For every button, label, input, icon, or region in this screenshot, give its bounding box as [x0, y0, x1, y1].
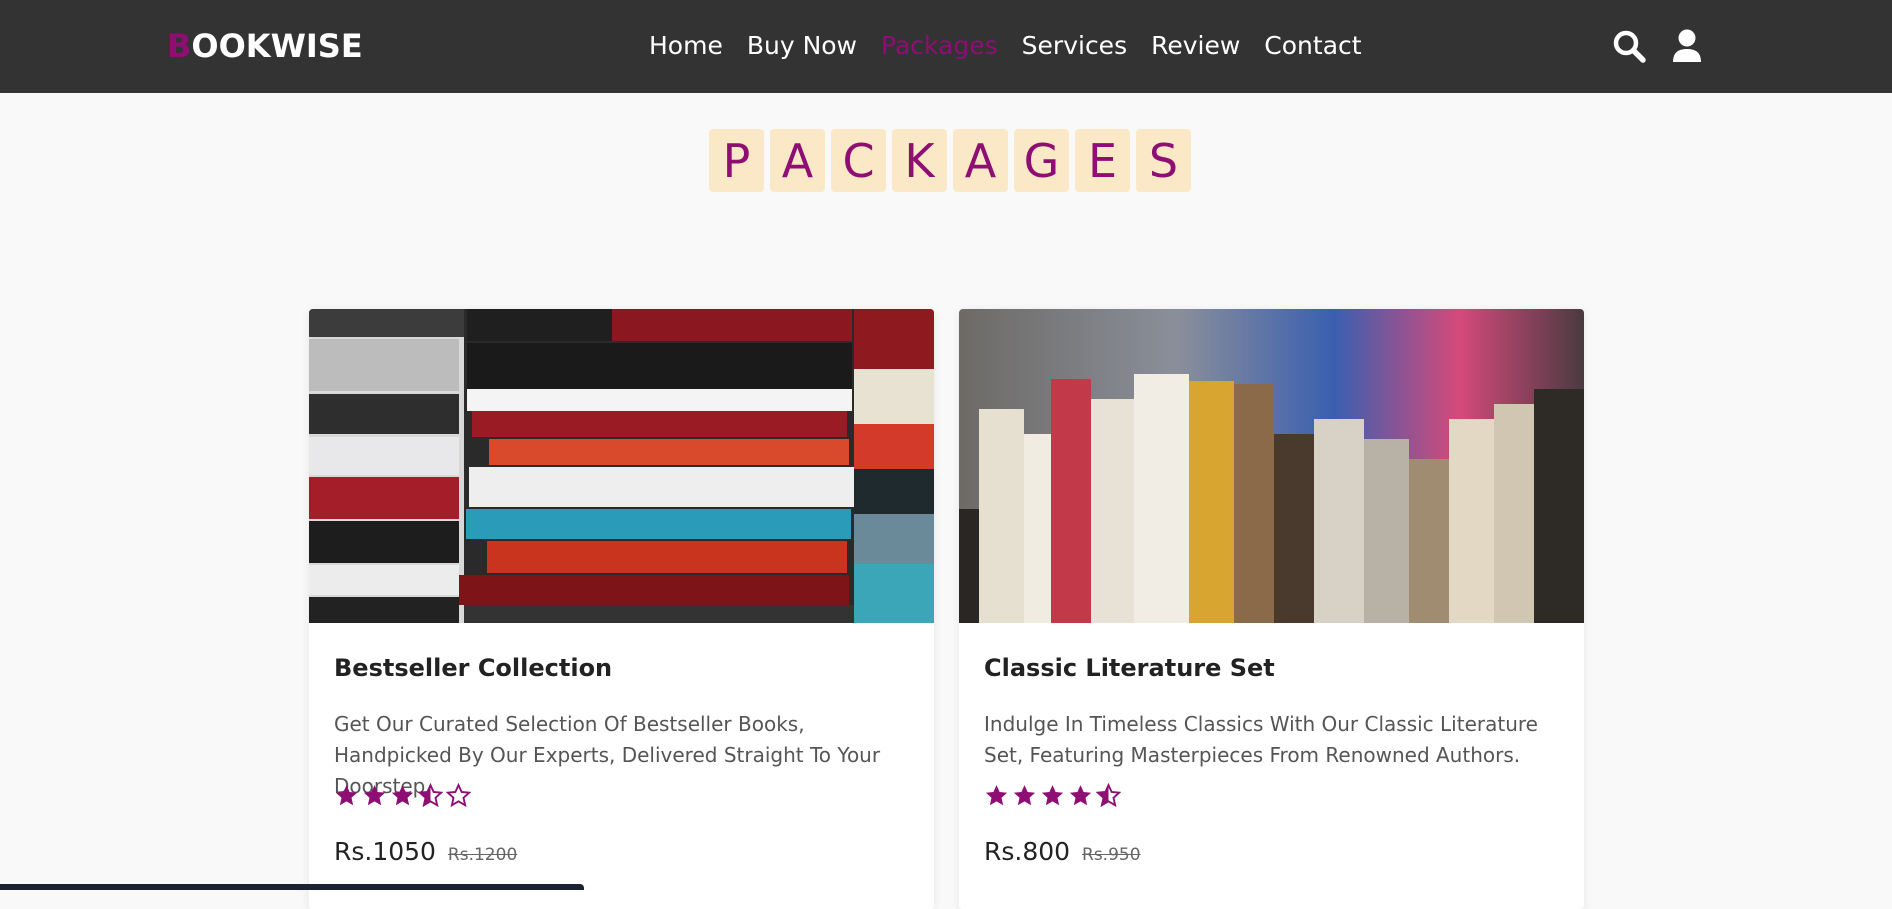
- logo-first-letter: B: [167, 27, 192, 65]
- logo-rest: OOKWISE: [191, 27, 363, 65]
- star-full-icon: [363, 785, 386, 806]
- title-letter: A: [770, 129, 825, 192]
- book-stack-image: [309, 309, 934, 623]
- star-half-icon: [418, 783, 443, 808]
- current-price: Rs.800: [984, 837, 1071, 866]
- star-full-icon: [985, 785, 1008, 806]
- current-price: Rs.1050: [334, 837, 436, 866]
- title-letter: K: [892, 129, 947, 192]
- star-half-icon: [1096, 783, 1121, 808]
- star-full-icon: [1013, 785, 1036, 806]
- nav-links: Home Buy Now Packages Services Review Co…: [649, 28, 1386, 64]
- nav-buy-now[interactable]: Buy Now: [747, 28, 857, 64]
- nav-review[interactable]: Review: [1151, 28, 1240, 64]
- nav-services[interactable]: Services: [1022, 28, 1127, 64]
- navbar: BOOKWISE Home Buy Now Packages Services …: [0, 0, 1892, 93]
- title-letter: E: [1075, 129, 1130, 192]
- star-full-icon: [335, 785, 358, 806]
- star-full-icon: [391, 785, 414, 806]
- books-row-image: [959, 309, 1584, 623]
- logo[interactable]: BOOKWISE: [167, 26, 363, 66]
- bottom-toast-bar: [0, 884, 584, 890]
- star-full-icon: [1069, 785, 1092, 806]
- section-title: P A C K A G E S: [709, 129, 1191, 192]
- nav-packages[interactable]: Packages: [881, 28, 998, 64]
- title-letter: S: [1136, 129, 1191, 192]
- nav-home[interactable]: Home: [649, 28, 723, 64]
- title-letter: C: [831, 129, 886, 192]
- package-card-bestseller[interactable]: Bestseller Collection Get Our Curated Se…: [309, 309, 934, 909]
- package-card-classic[interactable]: Classic Literature Set Indulge In Timele…: [959, 309, 1584, 909]
- price: Rs.1050 Rs.1200: [334, 835, 517, 872]
- old-price: Rs.1200: [447, 845, 518, 865]
- card-title: Bestseller Collection: [334, 654, 613, 682]
- nav-contact[interactable]: Contact: [1264, 28, 1361, 64]
- card-title: Classic Literature Set: [984, 654, 1275, 682]
- card-description: Indulge In Timeless Classics With Our Cl…: [984, 712, 1538, 767]
- rating-stars: [334, 783, 471, 809]
- price: Rs.800 Rs.950: [984, 835, 1141, 872]
- old-price: Rs.950: [1082, 845, 1141, 865]
- title-letter: G: [1014, 129, 1069, 192]
- user-icon[interactable]: [1669, 28, 1705, 64]
- search-icon[interactable]: [1611, 28, 1647, 64]
- rating-stars: [984, 783, 1121, 809]
- title-letter: A: [953, 129, 1008, 192]
- star-full-icon: [1041, 785, 1064, 806]
- star-empty-icon: [446, 783, 471, 808]
- title-letter: P: [709, 129, 764, 192]
